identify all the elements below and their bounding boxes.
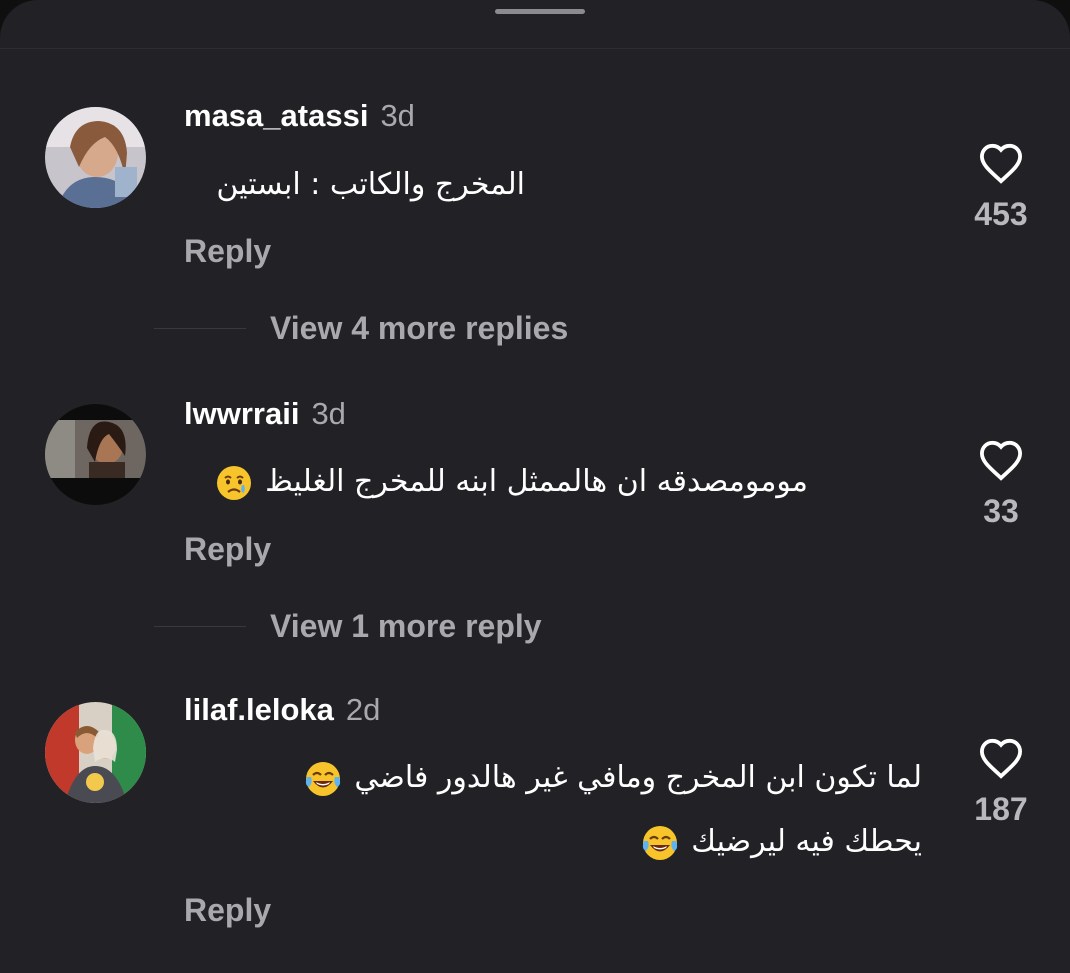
comment-text: مومومصدقه ان هالممثل ابنه للمخرج الغليظ bbox=[265, 464, 808, 499]
like-count: 453 bbox=[974, 196, 1028, 232]
tears-of-joy-emoji bbox=[642, 825, 677, 860]
comment-text: يحطك فيه ليرضيك bbox=[691, 824, 922, 859]
reply-button[interactable]: Reply bbox=[184, 531, 271, 568]
username[interactable]: lwwrraii bbox=[184, 396, 299, 432]
avatar[interactable] bbox=[45, 107, 146, 208]
like-button[interactable]: 33 bbox=[956, 439, 1046, 530]
thread-line bbox=[154, 626, 246, 627]
view-more-replies-button[interactable]: View 4 more replies bbox=[154, 310, 568, 347]
header-divider bbox=[0, 48, 1070, 49]
heart-outline-icon bbox=[979, 440, 1023, 481]
tears-of-joy-emoji bbox=[305, 761, 340, 796]
comment-text-line-1: لما تكون ابن المخرج ومافي غير هالدور فاض… bbox=[301, 752, 922, 804]
reply-button[interactable]: Reply bbox=[184, 892, 271, 929]
like-count: 33 bbox=[983, 493, 1019, 529]
heart-outline-icon bbox=[979, 143, 1023, 184]
view-more-replies-label: View 1 more reply bbox=[270, 608, 542, 644]
like-button[interactable]: 187 bbox=[956, 737, 1046, 828]
avatar[interactable] bbox=[45, 702, 146, 803]
reply-button[interactable]: Reply bbox=[184, 233, 271, 270]
view-more-replies-label: View 4 more replies bbox=[270, 310, 569, 346]
comments-sheet: masa_atassi 3d المخرج والكاتب : ابستين R… bbox=[0, 0, 1070, 973]
username[interactable]: lilaf.leloka bbox=[184, 692, 334, 728]
comment-text: المخرج والكاتب : ابستين bbox=[216, 167, 525, 202]
sheet-drag-handle[interactable] bbox=[495, 9, 585, 14]
avatar[interactable] bbox=[45, 404, 146, 505]
thread-line bbox=[154, 328, 246, 329]
timestamp: 3d bbox=[380, 98, 415, 133]
heart-outline-icon bbox=[979, 738, 1023, 779]
like-count: 187 bbox=[974, 791, 1028, 827]
timestamp: 3d bbox=[311, 396, 346, 431]
comment-text-line-2: يحطك فيه ليرضيك bbox=[638, 816, 922, 868]
crying-face-emoji bbox=[216, 465, 251, 500]
username[interactable]: masa_atassi bbox=[184, 98, 368, 134]
comment-text-row: مومومصدقه ان هالممثل ابنه للمخرج الغليظ bbox=[212, 456, 808, 508]
like-button[interactable]: 453 bbox=[956, 142, 1046, 233]
view-more-replies-button[interactable]: View 1 more reply bbox=[154, 608, 542, 645]
timestamp: 2d bbox=[345, 692, 381, 727]
comment-text: لما تكون ابن المخرج ومافي غير هالدور فاض… bbox=[354, 760, 922, 795]
